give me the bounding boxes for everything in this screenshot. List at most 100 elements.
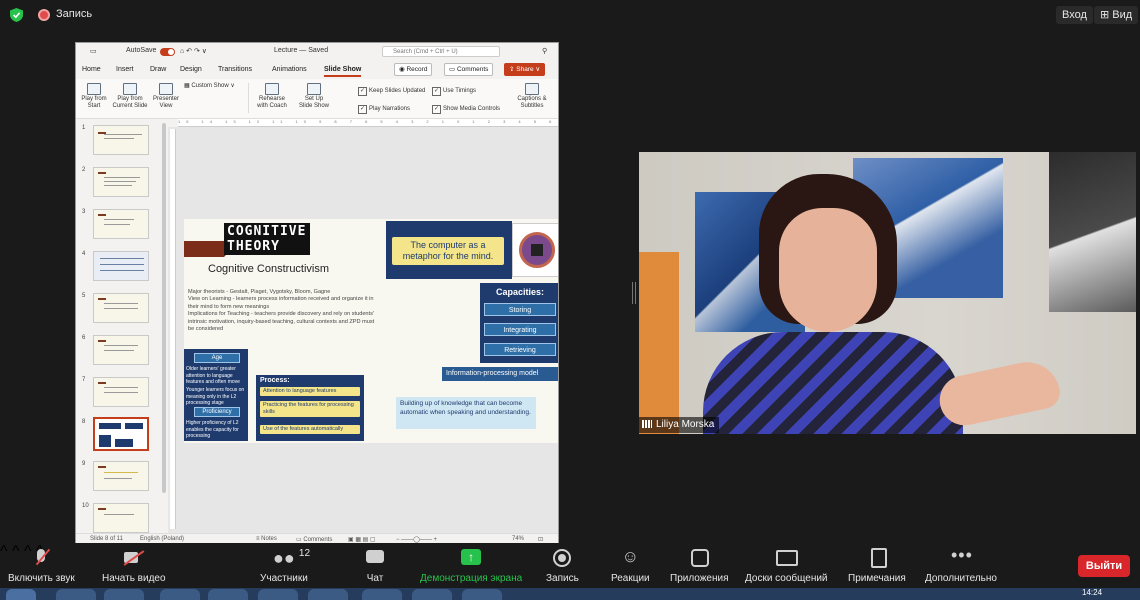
use-timings-checkbox[interactable]: Use Timings xyxy=(432,87,476,96)
tab-draw[interactable]: Draw xyxy=(150,66,166,73)
thumb-number: 8 xyxy=(82,419,86,425)
play-icon xyxy=(87,83,101,95)
participants-button[interactable]: ●● 12 Участники xyxy=(260,547,310,584)
slide-thumbnail[interactable] xyxy=(93,209,149,239)
tab-slide-show[interactable]: Slide Show xyxy=(324,66,362,77)
play-narrations-checkbox[interactable]: Play Narrations xyxy=(358,105,410,114)
quick-access-icons[interactable]: ⌂ ↶ ↷ ∨ xyxy=(180,47,207,55)
show-media-controls-checkbox[interactable]: Show Media Controls xyxy=(432,105,500,114)
enter-button[interactable]: Вход xyxy=(1056,6,1093,24)
more-button[interactable]: ••• Дополнительно xyxy=(925,546,997,584)
slide-thumbnail[interactable] xyxy=(93,167,149,197)
language-indicator[interactable]: English (Poland) xyxy=(140,536,184,542)
participants-icon: ●● 12 xyxy=(273,547,310,569)
status-comments-button[interactable]: ▭ Comments xyxy=(296,536,332,543)
rehearse-button[interactable]: Rehearse with Coach xyxy=(254,83,290,110)
thumb-line xyxy=(104,345,138,346)
horizontal-ruler: 15 14 13 12 11 10 9 8 7 6 5 4 3 2 1 0 1 … xyxy=(178,119,558,127)
thumb-number: 6 xyxy=(82,335,86,341)
reactions-button[interactable]: ☺ Реакции xyxy=(611,547,650,584)
notes-meeting-button[interactable]: Примечания xyxy=(848,547,906,584)
taskbar-app-icon[interactable] xyxy=(6,589,36,600)
recording-icon xyxy=(38,9,50,21)
thumb-line xyxy=(115,439,133,447)
ribbon-divider xyxy=(248,83,249,113)
split-view-handle[interactable] xyxy=(632,282,636,304)
share-screen-button[interactable]: Демонстрация экрана xyxy=(420,547,522,584)
building-knowledge-box: Building up of knowledge that can become… xyxy=(396,397,536,429)
presenter-view-button[interactable]: Presenter View xyxy=(152,83,180,110)
notes-button[interactable]: ≡ Notes xyxy=(256,536,277,542)
slide-thumbnail[interactable] xyxy=(93,377,149,407)
share-button[interactable]: ⇪ Share ∨ xyxy=(504,63,546,76)
captions-button[interactable]: Captions & Subtitles xyxy=(512,83,552,110)
play-from-current-button[interactable]: Play from Current Slide xyxy=(112,83,148,110)
tab-transitions[interactable]: Transitions xyxy=(218,66,252,73)
view-mode-icons[interactable]: ▣ ▦ ▤ ▢ xyxy=(348,536,376,543)
captions-label: Captions & Subtitles xyxy=(517,96,547,109)
info-model-bar: Information-processing model xyxy=(442,367,558,381)
message-boards-button[interactable]: Доски сообщений xyxy=(745,547,828,584)
taskbar-app-icon[interactable] xyxy=(56,589,96,600)
slide-thumbnail[interactable] xyxy=(93,251,149,281)
unmute-button[interactable]: Включить звук xyxy=(8,547,75,584)
record-button[interactable]: ◉ Record xyxy=(394,63,433,76)
taskbar-app-icon[interactable] xyxy=(412,589,452,600)
more-label: Дополнительно xyxy=(925,573,997,584)
theory-line: Major theorists - Gestalt, Piaget, Vygot… xyxy=(188,289,331,295)
zoom-level[interactable]: 74% xyxy=(512,536,524,542)
apps-button[interactable]: Приложения xyxy=(670,547,729,584)
apps-icon xyxy=(690,547,710,569)
audio-options-caret[interactable]: ^ xyxy=(0,543,8,560)
start-video-button[interactable]: Начать видео xyxy=(102,547,166,584)
shield-icon[interactable] xyxy=(10,8,23,22)
thumbnails-scrollbar[interactable] xyxy=(162,123,166,493)
taskbar-app-icon[interactable] xyxy=(208,589,248,600)
slide-thumbnail[interactable] xyxy=(93,461,149,491)
setup-slideshow-button[interactable]: Set Up Slide Show xyxy=(298,83,330,110)
leave-meeting-button[interactable]: Выйти xyxy=(1078,555,1130,577)
capacity-item: Retrieving xyxy=(484,343,556,356)
top-bar: Запись Вход ⊞ Вид xyxy=(0,0,1140,30)
slide-thumbnail[interactable] xyxy=(93,293,149,323)
message-boards-icon xyxy=(776,547,799,569)
tab-insert[interactable]: Insert xyxy=(116,66,134,73)
taskbar-app-icon[interactable] xyxy=(462,589,502,600)
slide-thumbnail[interactable] xyxy=(93,125,149,155)
taskbar-app-icon[interactable] xyxy=(258,589,298,600)
autosave-toggle[interactable] xyxy=(160,48,175,56)
slide-thumbnail[interactable] xyxy=(93,335,149,365)
ppt-account-icon[interactable]: ⚲ xyxy=(542,47,547,55)
tab-design[interactable]: Design xyxy=(180,66,202,73)
custom-show-button[interactable]: ▦ Custom Show ∨ xyxy=(184,83,240,90)
sidebar-toggle-icon[interactable]: ▭ xyxy=(90,47,97,55)
ppt-search-input[interactable]: Search (Cmd + Ctrl + U) xyxy=(382,46,500,57)
autosave-label: AutoSave xyxy=(126,47,157,54)
taskbar-app-icon[interactable] xyxy=(362,589,402,600)
slide-thumbnail[interactable] xyxy=(93,503,149,533)
view-button[interactable]: ⊞ Вид xyxy=(1094,6,1139,24)
fit-slide-icon[interactable]: ⊡ xyxy=(538,536,543,543)
taskbar-app-icon[interactable] xyxy=(160,589,200,600)
metaphor-panel: The computer as a metaphor for the mind. xyxy=(386,221,512,279)
process-item: Use of the features automatically xyxy=(260,425,360,434)
tab-animations[interactable]: Animations xyxy=(272,66,307,73)
play-current-label: Play from Current Slide xyxy=(112,96,148,109)
play-from-start-button[interactable]: Play from Start xyxy=(80,83,108,110)
current-slide[interactable]: COGNITIVE THEORY Cognitive Constructivis… xyxy=(184,219,558,443)
presenter-icon xyxy=(159,83,173,95)
slide-thumbnail-selected[interactable] xyxy=(93,417,149,451)
keep-slides-updated-checkbox[interactable]: Keep Slides Updated xyxy=(358,87,425,96)
zoom-slider[interactable]: − ——◯—— + xyxy=(396,536,437,543)
taskbar-app-icon[interactable] xyxy=(104,589,144,600)
tab-home[interactable]: Home xyxy=(82,66,101,73)
share-screen-icon xyxy=(461,547,482,569)
record-meeting-button[interactable]: Запись xyxy=(546,547,579,584)
custom-show-label: Custom Show xyxy=(191,83,229,89)
chat-button[interactable]: Чат xyxy=(366,547,384,584)
participant-name: Liliya Morska xyxy=(656,419,715,430)
comments-button[interactable]: ▭ Comments xyxy=(444,63,494,76)
taskbar-app-icon[interactable] xyxy=(308,589,348,600)
ppt-titlebar: ▭ AutoSave ⌂ ↶ ↷ ∨ Lecture — Saved Searc… xyxy=(76,43,558,60)
recording-label[interactable]: Запись xyxy=(56,8,92,20)
